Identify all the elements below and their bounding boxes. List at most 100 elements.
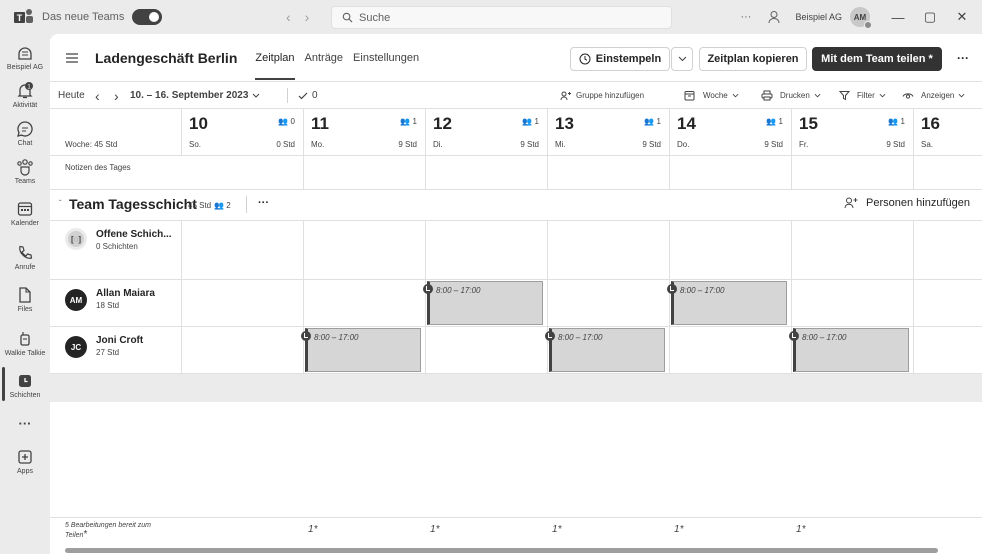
tab-settings[interactable]: Einstellungen xyxy=(353,52,419,64)
day-edit-marker: 1* xyxy=(430,524,439,535)
day-edit-marker: 1* xyxy=(674,524,683,535)
rail-item-shifts[interactable]: Schichten xyxy=(0,372,50,399)
shift-time: 8:00 – 17:00 xyxy=(436,286,481,295)
avatar[interactable]: JC xyxy=(65,336,87,358)
daily-notes-label[interactable]: Notizen des Tages xyxy=(65,163,131,172)
day-number: 11 xyxy=(311,114,329,133)
title-bar: T Das neue Teams ‹ › Suche ··· Beispiel … xyxy=(0,0,982,34)
person-name[interactable]: Allan Maiara xyxy=(96,288,155,299)
person-name[interactable]: Joni Croft xyxy=(96,335,143,346)
rail-item-teams[interactable]: Teams xyxy=(0,158,50,185)
day-header[interactable]: 13 Mi. 👥 1 9 Std xyxy=(547,109,669,155)
tab-schedule[interactable]: Zeitplan xyxy=(255,52,295,80)
day-number: 13 xyxy=(555,114,574,133)
day-header[interactable]: 12 Di. 👥 1 9 Std xyxy=(425,109,547,155)
group-hours: 45 Std xyxy=(188,201,212,210)
chevron-down-icon xyxy=(253,93,260,98)
shift-block[interactable]: 8:00 – 17:00 xyxy=(423,281,543,325)
minimize-button[interactable]: — xyxy=(886,10,910,25)
day-header[interactable]: 10 So. 👥 0 0 Std xyxy=(181,109,303,155)
main-panel: Ladengeschäft Berlin Zeitplan Anträge Ei… xyxy=(50,34,982,554)
search-input[interactable]: Suche xyxy=(331,6,672,29)
add-people-button[interactable]: Personen hinzufügen xyxy=(844,197,970,209)
day-header[interactable]: 15 Fr. 👥 1 9 Std xyxy=(791,109,913,155)
open-shifts-row: [◌] Offene Schich... 0 Schichten xyxy=(50,220,182,279)
view-dropdown[interactable]: Anzeigen xyxy=(902,82,965,109)
rail-item-org[interactable]: Beispiel AG xyxy=(0,44,50,71)
collapse-chevron-icon[interactable]: ˇ xyxy=(59,199,62,208)
rail-item-files[interactable]: Files xyxy=(0,286,50,313)
more-options-button[interactable]: ··· xyxy=(740,11,751,23)
checkmark-count[interactable]: 0 xyxy=(298,82,318,109)
rail-item-calls[interactable]: Anrufe xyxy=(0,244,50,271)
shift-time: 8:00 – 17:00 xyxy=(558,333,603,342)
tab-requests[interactable]: Anträge xyxy=(305,52,344,64)
shift-block[interactable]: 8:00 – 17:00 xyxy=(667,281,787,325)
chevron-down-icon xyxy=(678,56,686,62)
back-arrow-icon[interactable]: ‹ xyxy=(286,9,291,25)
org-icon xyxy=(18,47,32,60)
shift-status-icon xyxy=(301,331,311,341)
print-dropdown[interactable]: Drucken xyxy=(761,82,821,109)
avatar[interactable]: AM xyxy=(65,289,87,311)
add-group-button[interactable]: Gruppe hinzufügen xyxy=(560,82,644,109)
filter-dropdown[interactable]: Filter xyxy=(839,82,886,109)
search-placeholder: Suche xyxy=(359,11,391,24)
weekday-label: Sa. xyxy=(921,140,934,149)
day-hours: 0 Std xyxy=(276,140,295,149)
forward-arrow-icon[interactable]: › xyxy=(305,9,310,25)
day-header[interactable]: 11 Mo. 👥 1 9 Std xyxy=(303,109,425,155)
rail-item-activity[interactable]: 1 Aktivität xyxy=(0,82,50,109)
shift-block[interactable]: 8:00 – 17:00 xyxy=(545,328,665,372)
group-more-button[interactable]: ··· xyxy=(258,197,269,209)
weekday-label: Do. xyxy=(677,140,690,149)
copy-schedule-button[interactable]: Zeitplan kopieren xyxy=(699,47,807,71)
week-view-dropdown[interactable]: Woche xyxy=(684,82,739,109)
svg-text:T: T xyxy=(17,13,23,23)
close-button[interactable]: ✕ xyxy=(950,9,974,25)
rail-item-walkie-talkie[interactable]: Walkie Talkie xyxy=(0,330,50,357)
today-button[interactable]: Heute xyxy=(58,82,85,109)
shift-block[interactable]: 8:00 – 17:00 xyxy=(301,328,421,372)
rail-label: Schichten xyxy=(9,392,41,399)
rail-item-apps[interactable]: Apps xyxy=(0,448,50,475)
person-name[interactable]: Offene Schich... xyxy=(96,229,172,240)
new-teams-toggle[interactable] xyxy=(132,9,163,25)
share-with-team-button[interactable]: Mit dem Team teilen * xyxy=(812,47,942,71)
edit-marker-star: * xyxy=(313,524,318,535)
person-settings-icon[interactable] xyxy=(767,10,781,24)
rail-item-more[interactable]: ··· xyxy=(0,416,50,431)
day-header[interactable]: 14 Do. 👥 1 9 Std xyxy=(669,109,791,155)
clock-in-dropdown[interactable] xyxy=(671,47,693,71)
rail-item-calendar[interactable]: Kalender xyxy=(0,200,50,227)
add-person-icon xyxy=(844,197,858,209)
day-hours: 9 Std xyxy=(642,140,661,149)
rail-label: Teams xyxy=(14,178,36,185)
calendar-icon xyxy=(17,202,33,216)
edit-marker-star: * xyxy=(679,524,684,535)
check-count-value: 0 xyxy=(312,90,318,101)
hamburger-menu-icon[interactable] xyxy=(65,52,79,64)
bell-icon: 1 xyxy=(17,82,33,99)
org-name: Beispiel AG xyxy=(795,12,842,22)
rail-label: Aktivität xyxy=(12,102,38,109)
user-avatar[interactable]: AM xyxy=(850,7,872,29)
rail-item-chat[interactable]: Chat xyxy=(0,120,50,147)
horizontal-scrollbar[interactable] xyxy=(65,548,938,553)
prev-week-icon[interactable]: ‹ xyxy=(95,82,100,109)
teams-logo-icon: T xyxy=(12,7,34,27)
shift-block[interactable]: 8:00 – 17:00 xyxy=(789,328,909,372)
header-more-button[interactable]: ··· xyxy=(957,51,969,65)
people-count: 1 xyxy=(412,117,417,126)
clock-in-button[interactable]: Einstempeln xyxy=(570,47,670,71)
restore-button[interactable]: ▢ xyxy=(918,9,942,25)
day-number: 10 xyxy=(189,114,208,133)
day-hours: 9 Std xyxy=(520,140,539,149)
next-week-icon[interactable]: › xyxy=(114,82,119,109)
day-header[interactable]: 16 Sa. xyxy=(913,109,982,155)
day-hours: 9 Std xyxy=(764,140,783,149)
date-range-picker[interactable]: 10. – 16. September 2023 xyxy=(130,82,260,109)
group-member-count: 👥 2 xyxy=(214,201,231,210)
search-icon xyxy=(342,12,353,23)
day-people-count: 👥 1 xyxy=(400,117,417,126)
